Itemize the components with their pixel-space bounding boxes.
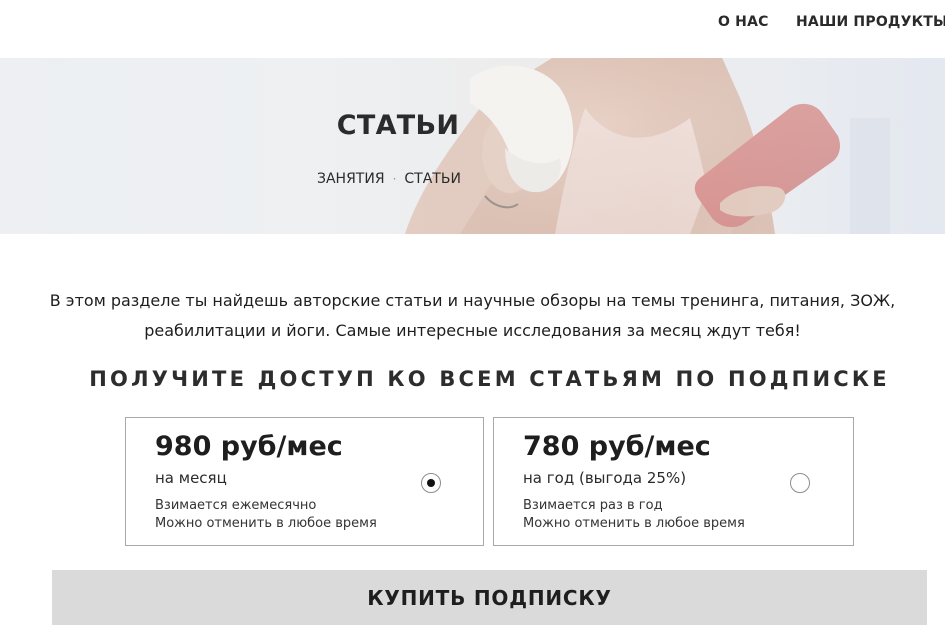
plan-cancel-note: Можно отменить в любое время <box>523 516 745 531</box>
breadcrumb-separator: · <box>392 172 397 186</box>
buy-subscription-button[interactable]: КУПИТЬ ПОДПИСКУ <box>52 570 927 625</box>
plan-period: на год (выгода 25%) <box>523 469 687 487</box>
subscription-heading: ПОЛУЧИТЕ ДОСТУП КО ВСЕМ СТАТЬЯМ ПО ПОДПИ… <box>89 367 890 391</box>
plan-billing-note: Взимается ежемесячно <box>155 498 317 513</box>
plan-price: 780 руб/мес <box>523 431 711 462</box>
nav-link-about[interactable]: О НАС <box>718 14 769 30</box>
nav-link-products[interactable]: НАШИ ПРОДУКТЫ <box>796 14 945 30</box>
plan-billing-note: Взимается раз в год <box>523 498 663 513</box>
plan-radio-monthly[interactable] <box>421 473 441 493</box>
plan-card-yearly[interactable]: 780 руб/мес на год (выгода 25%) Взимаетс… <box>493 417 854 546</box>
breadcrumb-item-current: СТАТЬИ <box>404 171 461 187</box>
plan-price: 980 руб/мес <box>155 431 343 462</box>
hero-overlay <box>0 58 945 234</box>
hero-banner: СТАТЬИ ЗАНЯТИЯ · СТАТЬИ <box>0 58 945 234</box>
breadcrumb: ЗАНЯТИЯ · СТАТЬИ <box>317 171 461 187</box>
plan-card-monthly[interactable]: 980 руб/мес на месяц Взимается ежемесячн… <box>125 417 484 546</box>
page-title: СТАТЬИ <box>336 110 460 141</box>
plan-period: на месяц <box>155 469 227 487</box>
plan-cancel-note: Можно отменить в любое время <box>155 516 377 531</box>
plan-radio-yearly[interactable] <box>790 473 810 493</box>
breadcrumb-item-classes[interactable]: ЗАНЯТИЯ <box>317 171 385 187</box>
top-navigation: О НАС НАШИ ПРОДУКТЫ <box>0 0 945 58</box>
intro-text: В этом разделе ты найдешь авторские стат… <box>49 291 896 340</box>
